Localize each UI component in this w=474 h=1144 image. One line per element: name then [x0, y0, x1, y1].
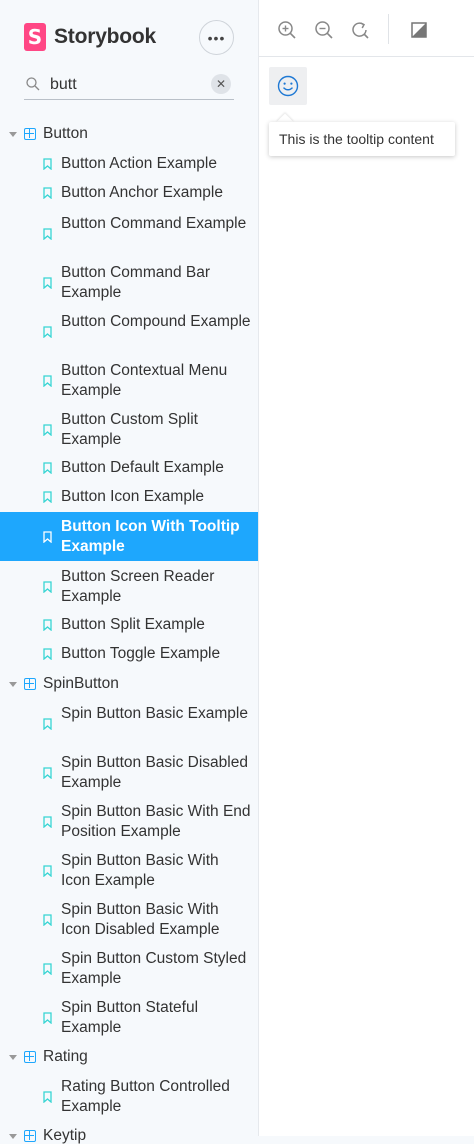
caret-down-icon	[9, 682, 17, 687]
clear-search-button[interactable]: ✕	[211, 74, 231, 94]
bookmark-icon	[43, 462, 52, 474]
sidebar-story-item[interactable]: Spin Button Basic Disabled Example	[0, 748, 258, 797]
component-icon	[24, 1130, 36, 1142]
bookmark-icon	[43, 962, 52, 975]
bookmark-icon	[43, 913, 52, 926]
sidebar-story-label: Spin Button Custom Styled Example	[61, 949, 247, 987]
sidebar-story-label: Button Split Example	[61, 616, 205, 633]
search-box: ✕	[24, 70, 234, 100]
caret-down-icon	[9, 1055, 17, 1060]
sidebar-story-label: Button Screen Reader Example	[61, 567, 215, 605]
sidebar-story-label: Button Icon With Tooltip Example	[61, 517, 240, 555]
bookmark-icon	[43, 619, 52, 631]
bookmark-icon	[43, 815, 52, 828]
sidebar-story-item[interactable]: Button Anchor Example	[0, 180, 258, 206]
bookmark-icon	[43, 1011, 52, 1024]
bookmark-icon	[43, 864, 52, 877]
bookmark-icon	[43, 423, 52, 436]
sidebar-story-item[interactable]: Button Action Example	[0, 151, 258, 177]
bookmark-icon	[43, 1090, 52, 1103]
bookmark-icon	[43, 325, 52, 338]
bookmark-icon	[43, 374, 52, 387]
sidebar-story-item[interactable]: Spin Button Stateful Example	[0, 993, 258, 1042]
bookmark-icon	[43, 580, 52, 593]
sidebar-group-label: Button	[43, 125, 88, 142]
sidebar-story-label: Button Contextual Menu Example	[61, 361, 228, 399]
sidebar-story-label: Button Default Example	[61, 459, 224, 476]
ellipsis-icon: •••	[207, 29, 226, 46]
component-icon	[24, 678, 36, 690]
sidebar-story-item[interactable]: Spin Button Basic With End Position Exam…	[0, 797, 258, 846]
bookmark-icon	[43, 530, 52, 543]
caret-down-icon	[9, 1134, 17, 1139]
sidebar-story-label: Spin Button Stateful Example	[61, 998, 199, 1036]
bookmark-icon	[43, 227, 52, 240]
zoom-in-icon[interactable]	[277, 20, 297, 40]
sidebar-story-label: Spin Button Basic Disabled Example	[61, 753, 248, 791]
bookmark-icon	[43, 158, 52, 170]
bookmark-icon	[43, 187, 52, 199]
sidebar-story-item[interactable]: Button Icon With Tooltip Example	[0, 512, 258, 561]
bookmark-icon	[43, 491, 52, 503]
sidebar-story-item[interactable]: Button Custom Split Example	[0, 405, 258, 454]
bookmark-icon	[43, 648, 52, 660]
toolbar-divider	[388, 14, 389, 44]
sidebar-story-item[interactable]: Button Screen Reader Example	[0, 562, 258, 611]
sidebar-story-item[interactable]: Button Command Example	[0, 209, 258, 258]
tooltip: This is the tooltip content	[269, 122, 455, 156]
storybook-brand[interactable]: S Storybook	[24, 22, 156, 52]
sidebar-story-label: Button Action Example	[61, 155, 217, 172]
sidebar-story-label: Spin Button Basic Example	[61, 704, 248, 722]
search-icon	[26, 77, 40, 91]
sidebar-story-label: Button Compound Example	[61, 312, 251, 330]
sidebar-group-label: SpinButton	[43, 675, 119, 692]
sidebar-story-item[interactable]: Spin Button Basic Example	[0, 699, 258, 748]
sidebar-story-item[interactable]: Button Command Bar Example	[0, 258, 258, 307]
sidebar-story-item[interactable]: Button Contextual Menu Example	[0, 356, 258, 405]
sidebar-story-item[interactable]: Spin Button Basic With Icon Disabled Exa…	[0, 895, 258, 944]
sidebar-group-keytip[interactable]: Keytip	[0, 1123, 258, 1144]
sidebar-group-rating[interactable]: Rating	[0, 1044, 258, 1070]
sidebar: S Storybook ••• ✕ Button Button Action Ex…	[0, 0, 258, 1144]
sidebar-group-button[interactable]: Button	[0, 121, 258, 147]
sidebar-story-item[interactable]: Spin Button Custom Styled Example	[0, 944, 258, 993]
icon-button-with-tooltip[interactable]	[269, 67, 307, 105]
sidebar-story-label: Button Command Example	[61, 214, 247, 232]
sidebar-story-item[interactable]: Button Toggle Example	[0, 641, 258, 667]
sidebar-story-label: Rating Button Controlled Example	[61, 1077, 230, 1115]
component-icon	[24, 1051, 36, 1063]
sidebar-story-item[interactable]: Button Split Example	[0, 612, 258, 638]
sidebar-story-label: Button Custom Split Example	[61, 410, 198, 448]
sidebar-story-item[interactable]: Spin Button Basic With Icon Example	[0, 846, 258, 895]
sidebar-story-label: Spin Button Basic With Icon Disabled Exa…	[61, 900, 220, 938]
sidebar-story-item[interactable]: Rating Button Controlled Example	[0, 1072, 258, 1121]
caret-down-icon	[9, 132, 17, 137]
zoom-reset-icon[interactable]	[350, 20, 370, 40]
sidebar-group-label: Keytip	[43, 1127, 87, 1144]
sidebar-story-label: Button Command Bar Example	[61, 263, 211, 301]
emoji-icon	[277, 75, 299, 97]
preview-panel: This is the tooltip content	[258, 0, 474, 1136]
sidebar-story-item[interactable]: Button Default Example	[0, 455, 258, 481]
bookmark-icon	[43, 766, 52, 779]
sidebar-story-label: Button Toggle Example	[61, 645, 221, 662]
background-icon[interactable]	[409, 20, 429, 40]
storybook-logo: S	[24, 23, 46, 51]
sidebar-group-spinbutton[interactable]: SpinButton	[0, 671, 258, 697]
bookmark-icon	[43, 276, 52, 289]
brand-title: Storybook	[54, 25, 157, 48]
bookmark-icon	[43, 717, 52, 730]
component-icon	[24, 128, 36, 140]
sidebar-story-item[interactable]: Button Icon Example	[0, 484, 258, 510]
sidebar-story-label: Button Icon Example	[61, 488, 205, 505]
preview-toolbar	[259, 0, 474, 57]
zoom-out-icon[interactable]	[314, 20, 334, 40]
search-input[interactable]	[50, 72, 200, 98]
sidebar-story-label: Button Anchor Example	[61, 184, 223, 201]
sidebar-group-label: Rating	[43, 1048, 88, 1065]
sidebar-story-label: Spin Button Basic With Icon Example	[61, 851, 219, 889]
more-menu-button[interactable]: •••	[199, 20, 234, 55]
sidebar-story-label: Spin Button Basic With End Position Exam…	[61, 802, 251, 840]
sidebar-story-item[interactable]: Button Compound Example	[0, 307, 258, 356]
